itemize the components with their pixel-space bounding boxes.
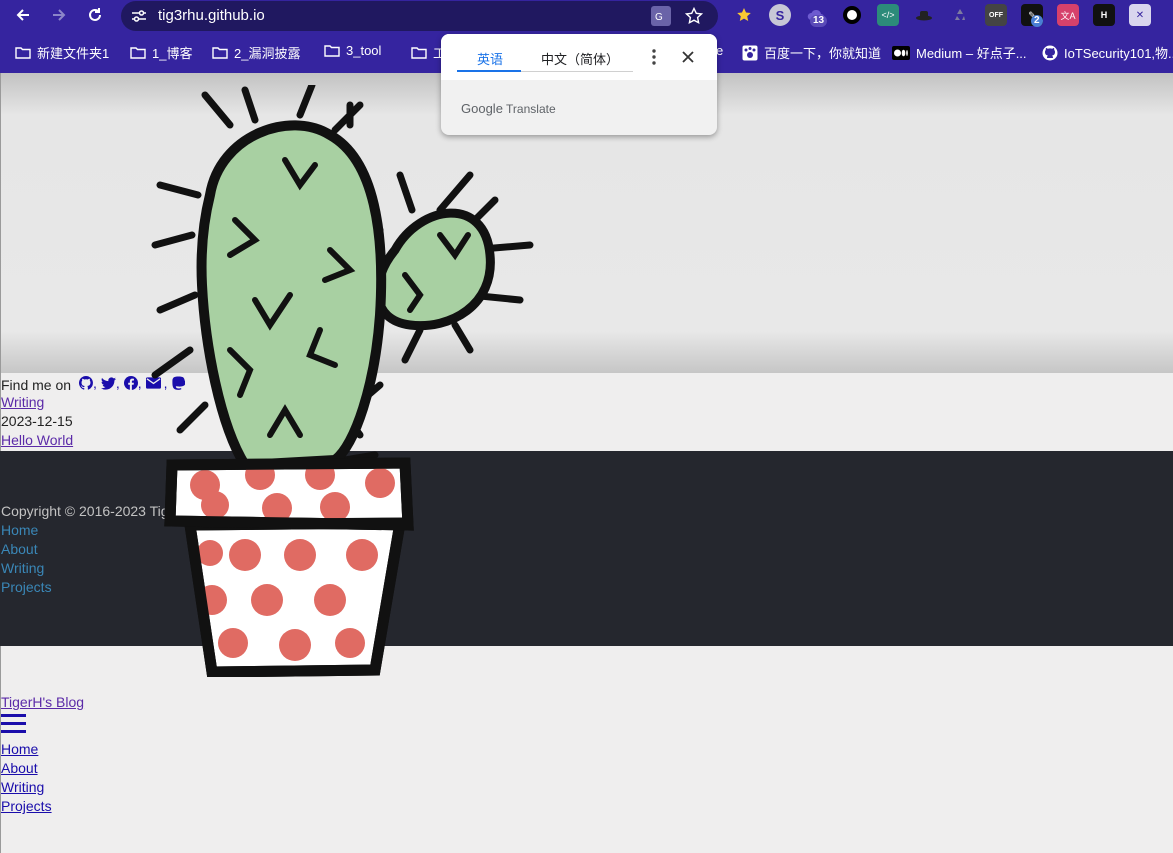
footer-link-home[interactable]: Home: [1, 522, 38, 538]
cactus-illustration: [151, 85, 534, 677]
bookmark-label: 1_博客: [152, 46, 193, 61]
folder-icon: [324, 45, 340, 57]
facebook-icon[interactable]: [123, 376, 138, 390]
bookmark-item[interactable]: e: [716, 43, 723, 58]
extension-badge: 2: [1031, 15, 1043, 27]
svg-text:G: G: [655, 12, 663, 23]
separator: ,: [115, 375, 120, 391]
github-icon[interactable]: [78, 376, 93, 390]
twitter-icon[interactable]: [100, 376, 116, 390]
bookmark-item[interactable]: Medium – 好点子...: [892, 43, 1027, 62]
post-date: 2023-12-15: [1, 413, 73, 429]
arrow-right-icon: [53, 9, 66, 21]
nav-link-writing[interactable]: Writing: [1, 779, 44, 795]
blog-title-link[interactable]: TigerH's Blog: [1, 694, 84, 710]
translate-tabs: 英语 中文（简体）: [441, 34, 717, 80]
bookmark-star-icon[interactable]: [684, 6, 704, 26]
nav-link-about[interactable]: About: [1, 760, 38, 776]
nav-link-projects[interactable]: Projects: [1, 798, 52, 814]
forward-button[interactable]: [46, 2, 72, 28]
bookmark-label: Medium – 好点子...: [916, 46, 1027, 61]
extension-code-icon[interactable]: </>: [877, 4, 899, 26]
bookmark-folder[interactable]: 2_漏洞披露: [212, 43, 300, 62]
extension-circle-icon[interactable]: [841, 4, 863, 26]
extension-star-icon[interactable]: [733, 4, 755, 26]
url-text[interactable]: tig3rhu.github.io: [158, 7, 265, 24]
footer-link-writing[interactable]: Writing: [1, 560, 44, 576]
bookmark-label: e: [716, 43, 724, 58]
tab-source-language[interactable]: 英语: [477, 49, 503, 68]
bookmark-label: 百度一下，你就知道: [764, 46, 882, 61]
site-settings-icon[interactable]: [129, 6, 149, 26]
cactus-side-arm: [373, 208, 495, 331]
folder-icon: [15, 47, 31, 59]
extension-recycle-icon[interactable]: [949, 4, 971, 26]
google-wordmark: Google: [461, 101, 503, 116]
baidu-icon: [742, 45, 758, 60]
bookmark-label: 2_漏洞披露: [234, 46, 301, 61]
extension-h-icon[interactable]: H: [1093, 4, 1115, 26]
bookmark-label: IoTSecurity101,物...: [1064, 46, 1173, 61]
bookmark-folder[interactable]: 3_tool: [324, 43, 381, 58]
back-button[interactable]: [10, 2, 36, 28]
nav-link-home[interactable]: Home: [1, 741, 38, 757]
extension-hat-icon[interactable]: [913, 4, 935, 26]
address-bar[interactable]: tig3rhu.github.io G: [121, 1, 718, 31]
bookmark-label: 新建文件夹1: [37, 46, 110, 61]
bookmark-folder[interactable]: 新建文件夹1: [15, 43, 109, 62]
post-title-link[interactable]: Hello World: [1, 432, 73, 448]
arrow-left-icon: [16, 9, 29, 21]
browser-toolbar: tig3rhu.github.io G S 13 </> OFF ✎ 2 文A …: [0, 0, 1173, 32]
more-options-icon[interactable]: [646, 47, 662, 67]
extension-translate-icon[interactable]: 文A: [1057, 4, 1079, 26]
reload-button[interactable]: [82, 2, 108, 28]
google-translate-brand: Google Translate: [461, 101, 556, 116]
medium-icon: [892, 45, 910, 60]
bookmark-label: 3_tool: [346, 43, 382, 58]
github-icon: [1042, 45, 1058, 60]
category-link[interactable]: Writing: [1, 394, 44, 410]
folder-icon: [212, 47, 228, 59]
copyright-text: Copyright © 2016-2023 Tig: [1, 503, 169, 519]
close-icon[interactable]: [679, 48, 697, 66]
translate-popup: 英语 中文（简体） Google Translate: [441, 34, 717, 135]
find-me-label: Find me on: [1, 377, 72, 393]
footer-link-about[interactable]: About: [1, 541, 38, 557]
reload-icon: [89, 8, 101, 21]
hamburger-menu-icon[interactable]: [1, 713, 26, 738]
extension-off-icon[interactable]: OFF: [985, 4, 1007, 26]
bookmark-item[interactable]: 百度一下，你就知道: [742, 43, 881, 62]
folder-icon: [411, 47, 427, 59]
active-tab-indicator: [457, 70, 521, 72]
extension-x-icon[interactable]: ✕: [1129, 4, 1151, 26]
folder-icon: [130, 47, 146, 59]
separator: ,: [92, 375, 97, 391]
bookmark-folder[interactable]: 1_博客: [130, 43, 192, 62]
separator: ,: [137, 375, 142, 391]
extension-badge: 13: [810, 15, 828, 27]
tab-target-language[interactable]: 中文（简体）: [541, 49, 619, 68]
extension-s-icon[interactable]: S: [769, 4, 791, 26]
translate-label: Translate: [506, 102, 556, 116]
flower-pot: [164, 457, 414, 677]
translate-icon[interactable]: G: [651, 6, 671, 26]
bookmark-item[interactable]: IoTSecurity101,物...: [1042, 43, 1173, 62]
footer-link-projects[interactable]: Projects: [1, 579, 52, 595]
